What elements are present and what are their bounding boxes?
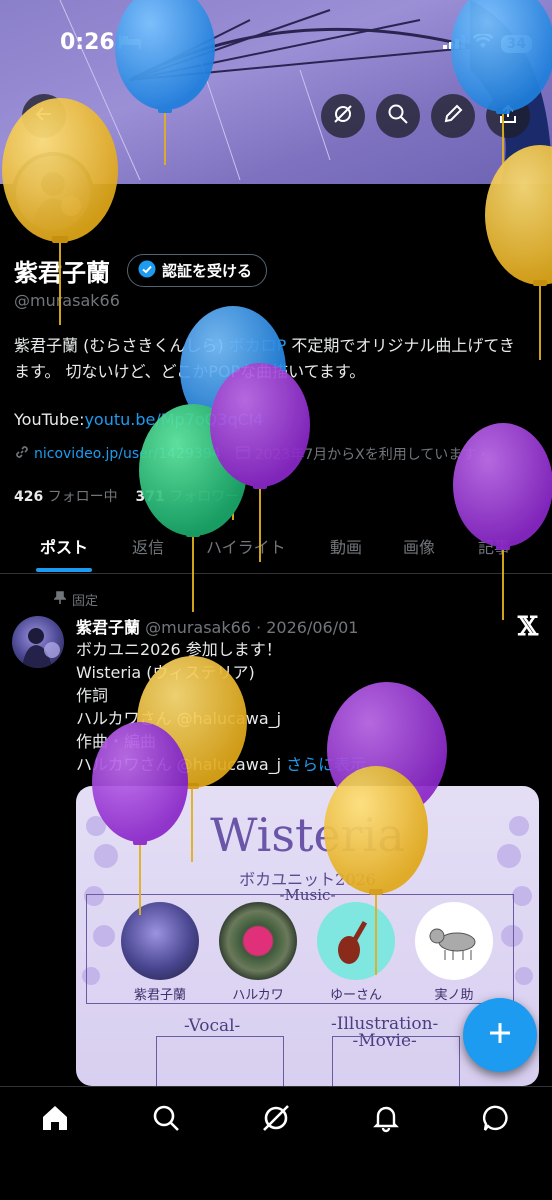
back-button[interactable] (22, 94, 66, 138)
member-photo (121, 902, 199, 980)
member-photo (415, 902, 493, 980)
post-text: ボカユニ2026 参加します！ Wisteria (ウィステリア) 作詞 ハルカ… (76, 638, 536, 776)
following-link[interactable]: 426 フォロー中 (14, 489, 118, 505)
share-button[interactable] (486, 94, 530, 138)
bio-text-2: 不定期でオリジナル曲上げてき (286, 336, 515, 355)
pencil-icon (442, 103, 464, 129)
balloon-icon (139, 404, 247, 612)
sleep-icon (118, 33, 142, 53)
member-name: ゆーさん (329, 988, 382, 1003)
card-title: Wisteria (210, 808, 405, 862)
nav-home[interactable] (31, 1103, 79, 1143)
battery-indicator: 34 (500, 34, 532, 53)
followers-count: 371 (135, 489, 165, 505)
bottom-navigation (0, 1086, 552, 1200)
plus-icon (487, 1020, 513, 1050)
bio-text-1: 紫君子蘭 (むらさきくんしら) (14, 336, 229, 355)
follow-stats: 426 フォロー中 371 フォロワー (14, 486, 239, 506)
profile-avatar[interactable] (12, 152, 94, 234)
followers-label: フォロワー (169, 489, 240, 505)
website-item[interactable]: nicovideo.jp/user/1429394 (14, 444, 221, 464)
profile-name: 紫君子蘭 (14, 259, 110, 287)
get-verified-button[interactable]: 認証を受ける (127, 254, 268, 287)
share-icon (497, 103, 519, 129)
joined-text: 2023年7月からXを利用しています (254, 447, 477, 463)
arrow-left-icon (34, 104, 54, 128)
chat-icon (482, 1103, 512, 1137)
search-button[interactable] (376, 94, 420, 138)
wifi-icon (472, 32, 493, 53)
post-author-avatar[interactable] (12, 616, 64, 668)
tab-highlights[interactable]: ハイライト (206, 528, 286, 558)
nav-notifications[interactable] (362, 1103, 410, 1143)
youtube-label: YouTube: (14, 410, 85, 429)
grok-icon (332, 103, 354, 129)
pin-icon (53, 590, 67, 609)
member-name: 紫君子蘭 (133, 988, 186, 1003)
chevron-right-icon[interactable]: › (480, 446, 486, 462)
post-line: ボカユニ2026 参加します！ (76, 640, 282, 659)
member-photo (317, 902, 395, 980)
member-name: 実ノ助 (434, 988, 474, 1003)
verified-badge-icon (138, 260, 156, 282)
post-line: 作詞 (76, 686, 109, 705)
youtube-link[interactable]: youtu.be/Mp7oQ3qCl4 (84, 410, 263, 429)
tab-posts[interactable]: ポスト (35, 528, 93, 572)
tab-videos[interactable]: 動画 (330, 528, 362, 558)
compose-button[interactable] (463, 998, 537, 1072)
pinned-label: 固定 (72, 594, 99, 609)
post-header: 紫君子蘭 @murasak66 · 2026/06/01 (76, 614, 358, 638)
post-line: ハルカワさん @halucawa_j (76, 709, 282, 728)
bio-text-3: ます。 切ないけど、どこかPOPな曲描いてます。 (14, 362, 366, 381)
profile-handle: @murasak66 (14, 291, 120, 310)
get-verified-label: 認証を受ける (162, 262, 253, 280)
grok-icon (261, 1103, 291, 1137)
bell-icon (371, 1103, 401, 1137)
show-more-link[interactable]: さらに表示 (286, 755, 366, 774)
status-time: 0:26 (60, 30, 115, 55)
following-count: 426 (14, 489, 44, 505)
post-line: 作曲・編曲 (76, 732, 157, 751)
post-handle-date: @murasak66 · 2026/06/01 (145, 618, 359, 637)
home-icon (40, 1103, 70, 1137)
vocal-frame (156, 1036, 284, 1086)
profile-tabs: ポスト 返信 ハイライト 動画 画像 記事 (0, 528, 552, 574)
joined-item: 2023年7月からXを利用しています › (235, 444, 486, 464)
website-link[interactable]: nicovideo.jp/user/1429394 (34, 446, 221, 462)
grok-button[interactable] (321, 94, 365, 138)
member-photo (219, 902, 297, 980)
signal-icon (442, 34, 465, 53)
followers-link[interactable]: 371 フォロワー (136, 489, 240, 505)
illustration-frame (332, 1036, 460, 1086)
tab-replies[interactable]: 返信 (132, 528, 164, 558)
nav-grok[interactable] (252, 1103, 300, 1143)
post-author-name[interactable]: 紫君子蘭 (76, 618, 140, 637)
vocal-label: -Vocal- (184, 1016, 241, 1036)
bio-youtube: YouTube:youtu.be/Mp7oQ3qCl4 (14, 410, 263, 429)
status-bar: 0:26 34 (0, 0, 552, 80)
member-4: 実ノ助 (414, 902, 494, 1003)
post-line: ハルカワさん @halucawa_j (76, 755, 282, 774)
search-icon (151, 1103, 181, 1137)
calendar-icon (235, 444, 251, 464)
member-3: ゆーさん (316, 902, 396, 1003)
member-name: ハルカワ (232, 988, 284, 1003)
link-icon (14, 444, 30, 464)
search-icon (387, 103, 409, 129)
edit-button[interactable] (431, 94, 475, 138)
member-2: ハルカワ (218, 902, 298, 1003)
pinned-indicator: 固定 (53, 590, 99, 609)
nav-messages[interactable] (473, 1103, 521, 1143)
post-line-last: ハルカワさん @halucawa_j さらに表示 (76, 753, 536, 776)
nav-search[interactable] (142, 1103, 190, 1143)
member-1: 紫君子蘭 (120, 902, 200, 1003)
bio-hashtag-link[interactable]: ボカロP (229, 336, 287, 355)
tab-images[interactable]: 画像 (403, 528, 435, 558)
tab-articles[interactable]: 記事 (478, 528, 510, 558)
profile-meta: nicovideo.jp/user/1429394 2023年7月からXを利用し… (14, 444, 486, 464)
post-line: Wisteria (ウィステリア) (76, 663, 255, 682)
profile-bio: 紫君子蘭 (むらさきくんしら) ボカロP 不定期でオリジナル曲上げてき ます。 … (14, 333, 544, 385)
following-label: フォロー中 (47, 489, 118, 505)
